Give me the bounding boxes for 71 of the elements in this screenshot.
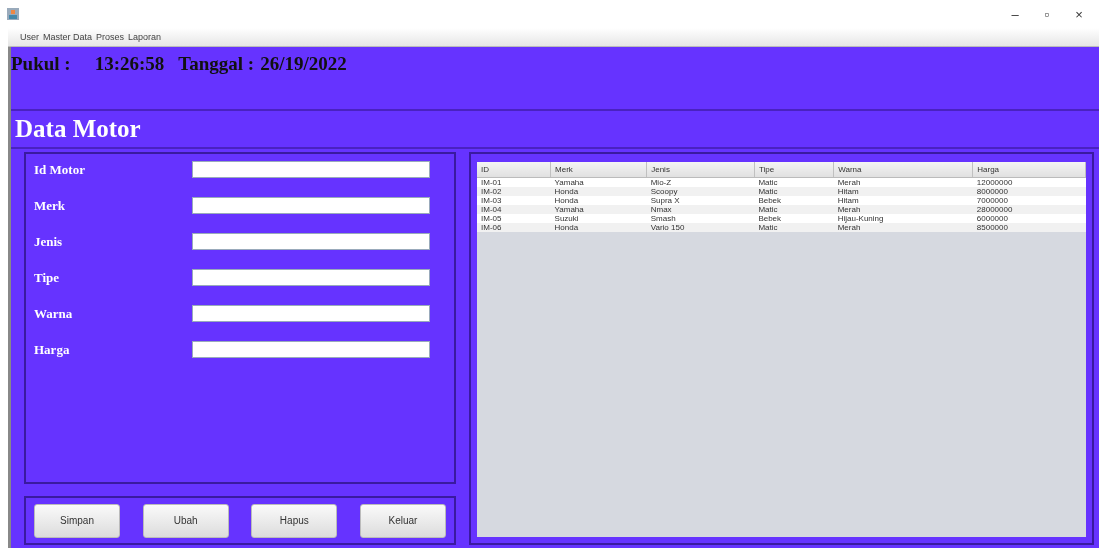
input-field[interactable] [192, 341, 430, 358]
date-label: Tanggal : [178, 53, 255, 75]
menu-item[interactable]: User [20, 32, 39, 42]
menu-item[interactable]: Proses [96, 32, 125, 42]
table-cell: IM-02 [477, 187, 551, 196]
minimize-button[interactable]: – [1001, 6, 1029, 22]
app-icon [6, 7, 20, 21]
table-cell: Merah [833, 223, 973, 232]
column-header[interactable]: Merk [550, 162, 647, 178]
table-cell: Honda [550, 223, 647, 232]
table-cell: Scoopy [646, 187, 755, 196]
action-button[interactable]: Keluar [359, 503, 446, 538]
column-header[interactable]: ID [477, 162, 551, 178]
table-cell: Merah [833, 177, 973, 187]
table-cell: Yamaha [550, 177, 647, 187]
table-cell: Honda [550, 196, 647, 205]
date-value: 26/19/2022 [260, 53, 347, 75]
table-cell: Bebek [754, 196, 834, 205]
field-label: Harga [34, 341, 70, 358]
table-cell: 12000000 [972, 177, 1086, 187]
action-button[interactable]: Simpan [34, 503, 120, 538]
menu-item[interactable]: Master Data [43, 32, 93, 42]
table-cell: IM-01 [477, 177, 551, 187]
time-value: 13:26:58 [94, 53, 165, 75]
time-label: Pukul : [11, 53, 71, 75]
table-cell: 8500000 [972, 223, 1086, 232]
table-cell: IM-04 [477, 205, 551, 214]
table-cell: Matic [754, 205, 834, 214]
table-cell: IM-03 [477, 196, 551, 205]
table-cell: Matic [754, 223, 834, 232]
table-cell: Yamaha [550, 205, 647, 214]
table-cell: 6000000 [972, 214, 1086, 223]
field-label: Id Motor [34, 161, 85, 178]
table-cell: 7000000 [972, 196, 1086, 205]
action-button[interactable]: Hapus [251, 503, 338, 538]
table-cell: IM-05 [477, 214, 551, 223]
action-button[interactable]: Ubah [142, 503, 229, 538]
table-cell: Matic [754, 177, 834, 187]
table-cell: Smash [646, 214, 755, 223]
table-cell: Suzuki [550, 214, 647, 223]
table-cell: Hitam [833, 187, 973, 196]
field-label: Merk [34, 197, 66, 214]
column-header[interactable]: Jenis [646, 162, 755, 178]
table-cell: Supra X [646, 196, 755, 205]
table-cell: Mio-Z [646, 177, 755, 187]
page-title: Data Motor [14, 114, 142, 144]
input-field[interactable] [192, 197, 430, 214]
input-field[interactable] [192, 233, 430, 250]
column-header[interactable]: Harga [972, 162, 1086, 178]
table-cell: IM-06 [477, 223, 551, 232]
input-field[interactable] [192, 161, 430, 178]
table-cell: Bebek [754, 214, 834, 223]
input-field[interactable] [192, 269, 430, 286]
field-label: Tipe [34, 269, 60, 286]
menu-item[interactable]: Laporan [128, 32, 162, 42]
field-label: Jenis [34, 233, 63, 250]
table-cell: 8000000 [972, 187, 1086, 196]
table-cell: Merah [833, 205, 973, 214]
column-header[interactable]: Warna [833, 162, 973, 178]
table-cell: Hitam [833, 196, 973, 205]
input-field[interactable] [192, 305, 430, 322]
maximize-button[interactable]: ▫ [1033, 6, 1061, 22]
table-cell: Matic [754, 187, 834, 196]
table-cell: Nmax [646, 205, 755, 214]
table-cell: Vario 150 [646, 223, 755, 232]
table-cell: 28000000 [972, 205, 1086, 214]
field-label: Warna [34, 305, 73, 322]
table-cell: Hijau-Kuning [833, 214, 973, 223]
table-cell: Honda [550, 187, 647, 196]
column-header[interactable]: Tipe [754, 162, 834, 178]
close-button[interactable]: × [1065, 6, 1093, 22]
